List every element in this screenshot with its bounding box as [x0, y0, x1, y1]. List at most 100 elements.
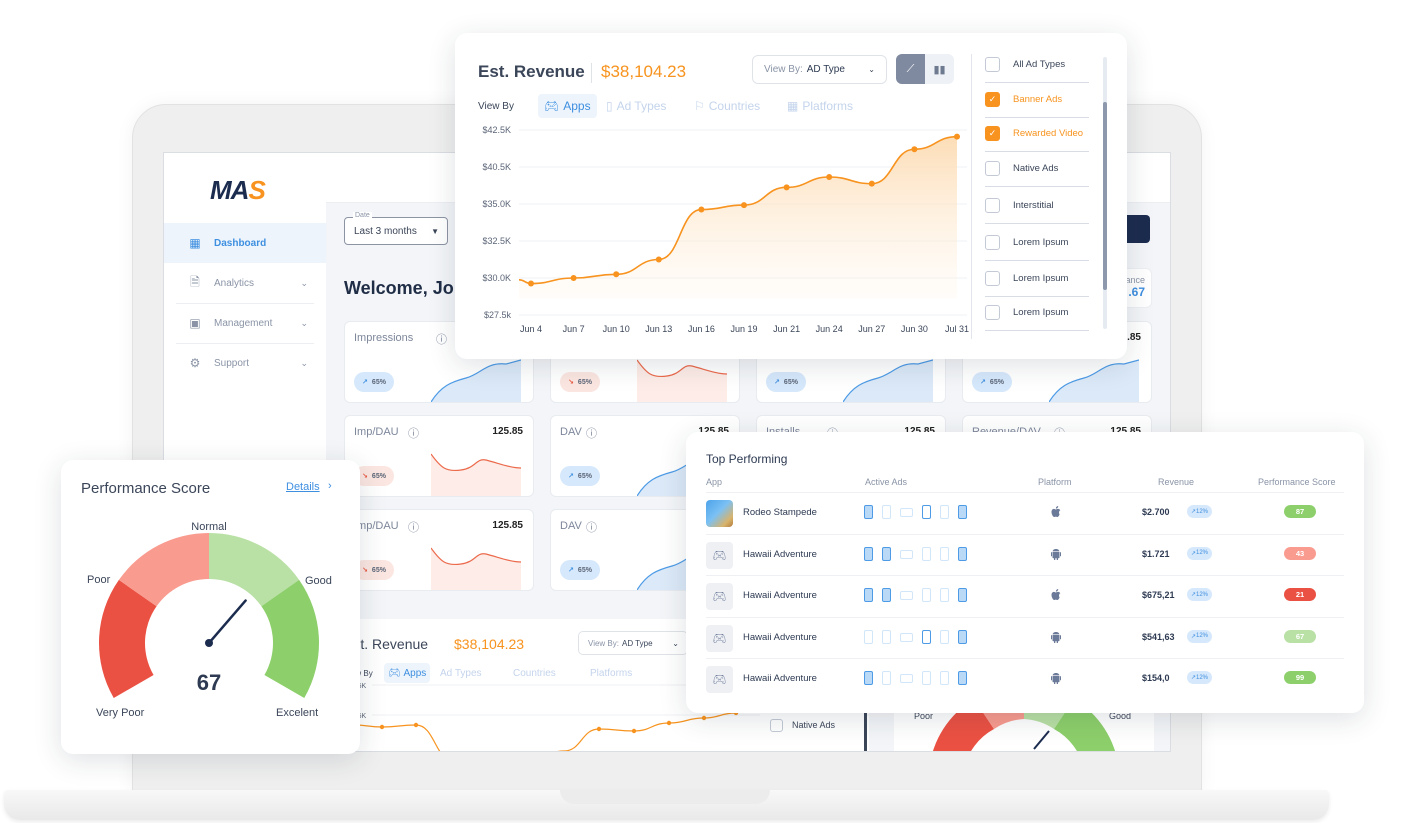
revenue-title: Est. Revenue [478, 62, 585, 81]
sidebar-item-support[interactable]: ⚙ Support ⌄ [164, 343, 326, 383]
table-row[interactable]: 🎮︎ Hawaii Adventure $541,63 ↗ 12% 67 [706, 616, 1344, 658]
sidebar-item-dashboard[interactable]: ▦ Dashboard [164, 223, 326, 263]
ad-type-option[interactable]: Native Ads [985, 151, 1089, 187]
ad-type-option[interactable]: Lorem Ipsum [985, 295, 1089, 331]
data-point[interactable] [698, 206, 705, 213]
checkbox[interactable] [770, 719, 783, 732]
ad-type-option[interactable]: ✓ Rewarded Video [985, 116, 1089, 152]
top-performing-card: Top Performing App Active Ads Platform R… [686, 432, 1364, 713]
checkbox[interactable] [985, 198, 1000, 213]
column-header-app: App [706, 477, 723, 487]
ad-format-icon [940, 671, 949, 685]
tab-countries[interactable]: Countries [509, 663, 560, 683]
app-name[interactable]: Hawaii Adventure [743, 590, 817, 601]
line-chart-icon[interactable]: ⟋ [896, 54, 925, 84]
data-point[interactable] [613, 271, 620, 278]
table-row[interactable]: 🎮︎ Hawaii Adventure $1.721 ↗ 12% 43 [706, 533, 1344, 575]
table-row[interactable]: 🎮︎ Hawaii Adventure $154,0 ↗ 12% 99 [706, 658, 1344, 699]
table-row[interactable]: Rodeo Stampede $2.700 ↗ 12% 87 [706, 492, 1344, 533]
ad-format-icon [958, 588, 967, 602]
ad-type-option[interactable]: Lorem Ipsum [985, 261, 1089, 297]
checkbox[interactable] [985, 57, 1000, 72]
app-name[interactable]: Rodeo Stampede [743, 507, 817, 518]
scrollbar-thumb[interactable] [1103, 102, 1107, 290]
checkbox[interactable] [985, 271, 1000, 286]
tab-ad-types[interactable]: Ad Types [436, 663, 486, 683]
chevron-down-icon: ⌄ [300, 317, 308, 328]
ad-type-option[interactable]: Lorem Ipsum [985, 225, 1089, 261]
gamepad-icon: 🎮︎ [706, 624, 733, 652]
arrow-down-right-icon: ↘ [568, 379, 574, 386]
chevron-down-icon: ⌄ [868, 65, 875, 74]
tab-ad-types[interactable]: ▯ Ad Types [600, 94, 672, 118]
x-tick-label: Jun 16 [688, 324, 715, 334]
app-name[interactable]: Hawaii Adventure [743, 673, 817, 684]
view-by-key: View By: [764, 64, 803, 75]
change-value: 12% [1196, 633, 1209, 639]
gauge-label-good: Good [305, 575, 332, 587]
ad-format-icon [958, 629, 967, 644]
checkbox[interactable] [985, 161, 1000, 176]
checkbox[interactable]: ✓ [985, 92, 1000, 107]
metric-card[interactable]: Imp/DAU 125.85 ↘ 65% ⓘ [344, 415, 534, 497]
metric-card[interactable]: Imp/DAU 125.85 ↘ 65% ⓘ [344, 509, 534, 591]
data-point[interactable] [570, 275, 577, 281]
data-point[interactable] [783, 184, 790, 191]
tab-platforms[interactable]: Platforms [586, 663, 636, 683]
details-link[interactable]: Details [286, 481, 320, 493]
ad-format-icon [882, 505, 891, 519]
y-tick-label: $32.5K [482, 236, 511, 246]
revenue-value: $38,104.23 [454, 636, 525, 652]
date-select[interactable]: Date Last 3 months ▼ [344, 212, 448, 245]
data-point[interactable] [826, 173, 833, 180]
sidebar-item-label: Dashboard [214, 237, 267, 249]
info-icon[interactable]: ⓘ [586, 425, 597, 441]
score-badge: 67 [1284, 629, 1316, 643]
sidebar-item-analytics[interactable]: 🗎 Analytics ⌄ [164, 263, 326, 303]
performance-gauge: 67 Normal Poor Good Very Poor Excelent [87, 521, 332, 719]
chevron-right-icon[interactable]: › [328, 480, 332, 492]
scrollbar[interactable] [864, 709, 867, 751]
ad-format-icon [940, 546, 949, 561]
tab-platforms[interactable]: ▦ Platforms [781, 94, 859, 118]
ad-type-label: All Ad Types [1013, 59, 1066, 70]
info-icon[interactable]: ⓘ [408, 425, 419, 441]
tab-countries[interactable]: ⚐ Countries [688, 94, 766, 118]
date-value: Last 3 months [354, 226, 417, 237]
data-point[interactable] [911, 146, 918, 153]
data-point[interactable] [741, 202, 747, 209]
ad-type-option[interactable]: All Ad Types [985, 47, 1089, 83]
view-by-select[interactable]: View By: AD Type ⌄ [752, 55, 887, 84]
x-tick-label: Jun 4 [520, 324, 542, 334]
checkbox[interactable] [985, 305, 1000, 320]
y-tick-label: $42.5K [482, 125, 511, 135]
change-badge: ↘ 65% [560, 372, 600, 392]
phone-icon: ▯ [606, 99, 613, 113]
data-point[interactable] [655, 256, 662, 263]
caret-down-icon: ▼ [431, 227, 439, 236]
metric-value: 125.85 [492, 520, 523, 531]
info-icon[interactable]: ⓘ [586, 519, 597, 535]
scrollbar[interactable] [1103, 57, 1107, 329]
tab-apps[interactable]: 🎮︎ Apps [538, 94, 597, 118]
info-icon[interactable]: ⓘ [436, 331, 447, 347]
data-point[interactable] [868, 180, 875, 187]
view-by-select[interactable]: View By: AD Type ⌄ [578, 631, 688, 655]
app-name[interactable]: Hawaii Adventure [743, 549, 817, 560]
checkbox[interactable]: ✓ [985, 126, 1000, 141]
ad-format-icon [900, 674, 913, 683]
bar-chart-icon[interactable]: ▮▮ [925, 54, 954, 84]
tab-label: Apps [403, 667, 427, 679]
info-icon[interactable]: ⓘ [408, 519, 419, 535]
sidebar-item-label: Analytics [214, 277, 255, 289]
data-point[interactable] [954, 133, 960, 140]
sidebar-item-management[interactable]: ▣ Management ⌄ [164, 303, 326, 343]
checkbox[interactable] [985, 235, 1000, 250]
data-point[interactable] [528, 280, 534, 287]
ad-type-option[interactable]: Interstitial [985, 188, 1089, 224]
revenue-value: $541,63 [1142, 631, 1175, 642]
tab-apps[interactable]: 🎮︎ Apps [384, 663, 431, 683]
ad-type-option[interactable]: ✓ Banner Ads [985, 82, 1089, 118]
app-name[interactable]: Hawaii Adventure [743, 632, 817, 643]
table-row[interactable]: 🎮︎ Hawaii Adventure $675,21 ↗ 12% 21 [706, 575, 1344, 616]
